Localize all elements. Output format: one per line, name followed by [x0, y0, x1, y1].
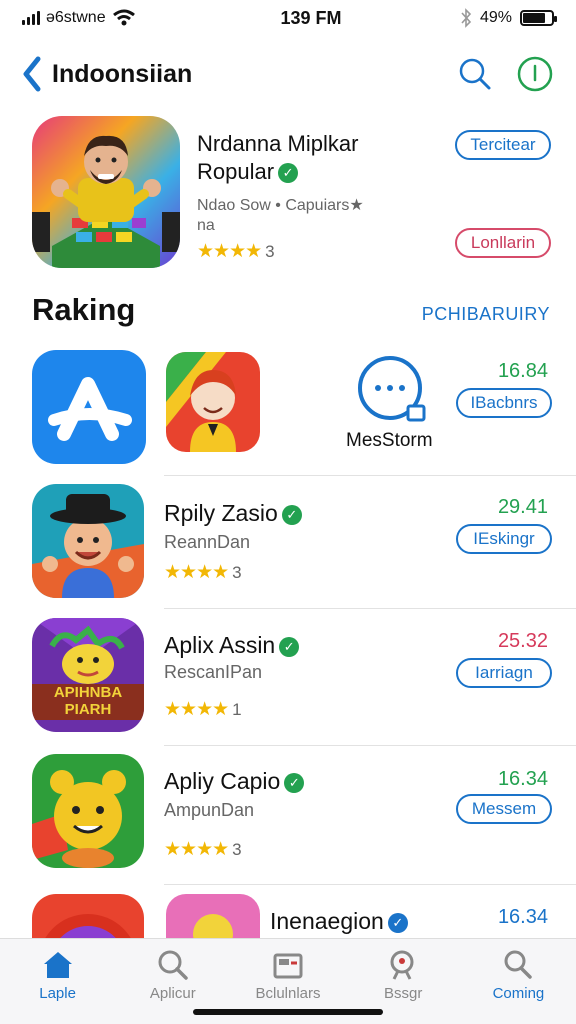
cartoon-app-icon [166, 352, 260, 452]
get-button[interactable]: Messem [456, 794, 552, 824]
divider [164, 884, 576, 885]
app-price: 16.34 [497, 768, 548, 790]
star-icon: ★★★★ [164, 562, 229, 583]
tab-label: Laple [39, 985, 76, 1002]
carrier-name: ǝ6stwne [46, 9, 106, 26]
verified-badge-icon: ✓ [278, 163, 299, 184]
home-indicator [193, 1009, 383, 1015]
rating-count: 3 [232, 563, 242, 582]
app-name-container: Inenaegion ✓ [270, 908, 408, 935]
divider [164, 475, 576, 476]
app-rating: ★★★★ 3 [164, 838, 242, 861]
featured-app-icon [32, 116, 180, 268]
app-price: 25.32 [497, 630, 548, 652]
section-title: Raking [32, 292, 136, 327]
person-search-icon [390, 950, 414, 980]
divider [164, 745, 576, 746]
app-name: MesStorm [346, 430, 433, 451]
chevron-left-icon [23, 56, 41, 92]
app-name: Inenaegion [270, 908, 384, 934]
get-button[interactable]: IBacbnrs [456, 388, 552, 418]
app-developer: AmpunDan [164, 800, 255, 820]
featured-app[interactable]: Nrdanna Miplkar Ropular ✓ Ndao Sow • Capu… [32, 114, 552, 270]
mascot-app-icon [32, 754, 144, 868]
search-icon [158, 950, 188, 980]
featured-app-name-line2: Ropular ✓ [197, 158, 407, 186]
status-time: 139 FM [280, 7, 342, 28]
signal-icon [22, 11, 40, 25]
list-item[interactable]: Inenaegion ✓ 16.34 [0, 892, 576, 938]
rating-count: 1 [232, 700, 242, 719]
verified-badge-icon: ✓ [284, 772, 305, 793]
app-developer: RescanIPan [164, 662, 263, 682]
folder-icon [273, 953, 303, 979]
rating-count: 3 [232, 840, 242, 859]
status-bar: ǝ6stwne 139 FM 49% [0, 0, 576, 36]
divider [164, 608, 576, 609]
rainbow-app-icon [32, 894, 144, 938]
app-name-container: Apliy Capio ✓ [164, 768, 305, 795]
get-button[interactable]: IEskingr [456, 524, 552, 554]
app-name-container: Rpily Zasio ✓ [164, 500, 302, 527]
wifi-icon [112, 9, 135, 26]
page-title: Indoonsiian [52, 59, 193, 88]
get-button[interactable]: Iarriagn [456, 658, 552, 688]
rating-count: 3 [265, 242, 275, 261]
battery-percent: 49% [479, 9, 512, 26]
star-icon: ★★★★ [164, 839, 229, 860]
app-price: 16.84 [497, 360, 548, 382]
app-price: 16.34 [497, 906, 548, 928]
featured-rating: ★★★★ 3 [197, 240, 407, 263]
star-icon: ★★★★ [197, 241, 262, 262]
app-name: Apliy Capio [164, 768, 281, 794]
icon-text: APIHNBA PIARH [53, 684, 123, 718]
featured-secondary-button[interactable]: Lonllarin [455, 228, 551, 258]
search-icon[interactable] [458, 57, 492, 91]
back-button[interactable] [22, 54, 46, 94]
app-developer: ReannDan [164, 532, 251, 552]
list-item[interactable]: APIHNBA PIARH Aplix Assin ✓ RescanIPan ★★★… [0, 616, 576, 742]
navigation-bar: Indoonsiian [0, 44, 576, 104]
featured-app-name: Nrdanna Miplkar [197, 131, 359, 156]
search-icon [504, 950, 533, 979]
battery-icon [520, 10, 557, 26]
tab-label: Bclulnlars [255, 985, 321, 1002]
app-store-icon [32, 350, 146, 464]
bluetooth-icon [461, 8, 472, 28]
app-name-container: Aplix Assin ✓ [164, 632, 300, 659]
tab-label: Bssgr [384, 985, 423, 1002]
list-item[interactable]: Rpily Zasio ✓ ReannDan ★★★★ 3 29.41 IEskin… [0, 482, 576, 606]
featured-get-button[interactable]: Tercitear [455, 130, 551, 160]
star-icon: ★★★★ [164, 699, 229, 720]
tab-upcoming[interactable]: Coming [461, 939, 576, 1024]
app-name: Rpily Zasio [164, 500, 278, 526]
featured-app-subtitle: Ndao Sow • Capuiars★ [197, 197, 364, 214]
featured-app-subtitle-2: na [197, 217, 215, 234]
app-rating: ★★★★ 3 [164, 561, 242, 584]
list-item[interactable]: MesStorm 16.84 IBacbnrs [0, 348, 576, 470]
home-icon [43, 952, 72, 978]
tab-home[interactable]: Laple [0, 939, 115, 1024]
info-icon[interactable] [516, 55, 554, 93]
tab-label: Coming [492, 985, 545, 1002]
see-all-link[interactable]: PCHIBARUIRY [422, 304, 550, 325]
bear-app-icon [166, 894, 260, 938]
verified-badge-icon: ✓ [279, 636, 300, 657]
verified-badge-icon: ✓ [387, 912, 408, 933]
adventure-app-icon: APIHNBA PIARH [32, 618, 144, 732]
list-item[interactable]: Apliy Capio ✓ AmpunDan ★★★★ 3 16.34 Messem [0, 752, 576, 876]
verified-badge-icon: ✓ [281, 504, 302, 525]
chat-bubble-icon [358, 356, 426, 422]
cowboy-app-icon [32, 484, 144, 598]
app-price: 29.41 [497, 496, 548, 518]
app-rating: ★★★★ 1 [164, 698, 242, 721]
tab-label: Aplicur [149, 985, 196, 1002]
app-name: Aplix Assin [164, 632, 276, 658]
